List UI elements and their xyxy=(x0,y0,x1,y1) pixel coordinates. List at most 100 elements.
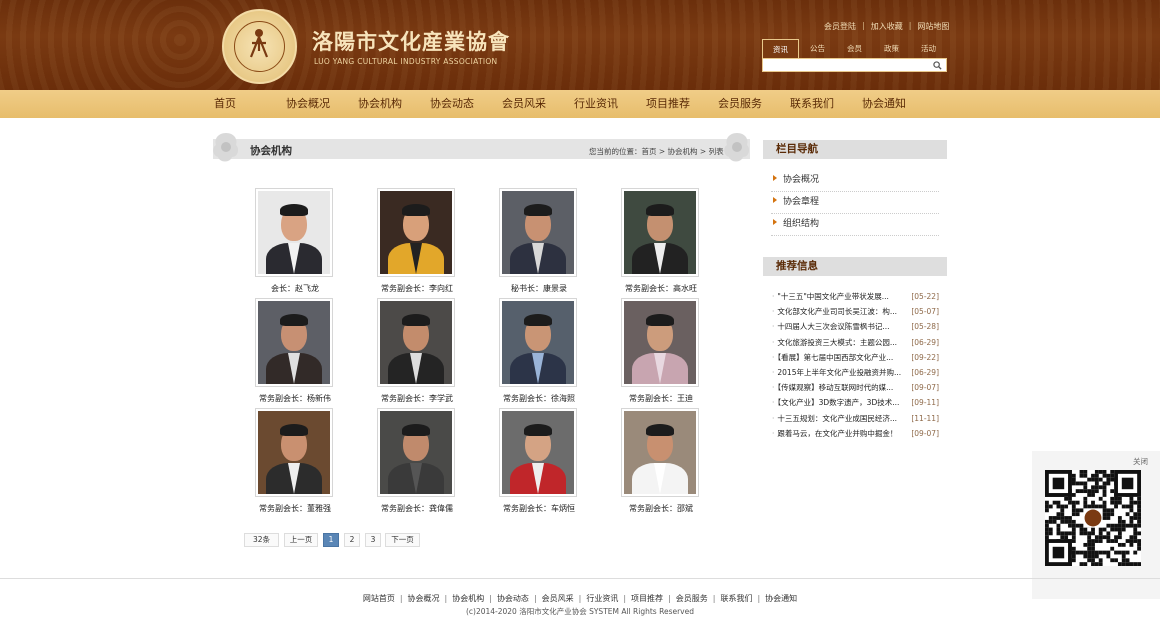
copyright: (c)2014-2020 洛阳市文化产业协会 SYSTEM All Rights… xyxy=(465,607,695,616)
site-map-link[interactable]: 网站地图 xyxy=(917,21,949,32)
search-tab-activity[interactable]: 活动 xyxy=(910,39,947,58)
member-photo[interactable] xyxy=(499,298,577,387)
nav-item-industry-news[interactable]: 行业资讯 xyxy=(574,90,618,118)
member-caption[interactable]: 常务副会长：王迪 xyxy=(600,393,722,404)
news-item[interactable]: · 十三五规划：文化产业成国民经济... [11-11] xyxy=(772,411,939,426)
sidebar-item-overview[interactable]: 协会概况 xyxy=(771,170,939,192)
nav-item-home[interactable]: 首页 xyxy=(214,90,236,118)
qr-close-button[interactable]: 关闭 xyxy=(1133,456,1148,467)
pager-page-3[interactable]: 3 xyxy=(365,533,381,547)
footer-link[interactable]: 联系我们 xyxy=(720,594,752,603)
news-title: 【传媒观察】移动互联网时代的媒... xyxy=(777,383,894,393)
footer-link[interactable]: 行业资讯 xyxy=(586,594,618,603)
footer-link[interactable]: 网站首页 xyxy=(363,594,395,603)
member-photo[interactable] xyxy=(255,188,333,277)
nav-item-overview[interactable]: 协会概况 xyxy=(286,90,330,118)
divider: | xyxy=(908,21,912,30)
member-portrait xyxy=(624,301,696,384)
footer-divider xyxy=(0,578,1160,579)
divider: | xyxy=(862,21,865,30)
member-photo[interactable] xyxy=(499,408,577,497)
divider: | xyxy=(668,594,671,603)
news-item[interactable]: · 文化部文化产业司司长吴江波：构... [05-07] xyxy=(772,304,939,319)
member-photo[interactable] xyxy=(377,408,455,497)
member-caption[interactable]: 常务副会长：杨新伟 xyxy=(234,393,356,404)
nav-item-news[interactable]: 协会动态 xyxy=(430,90,474,118)
association-logo-emblem[interactable] xyxy=(222,9,297,84)
footer-link[interactable]: 项目推荐 xyxy=(631,594,663,603)
logo-figure-icon xyxy=(249,29,269,58)
search-tab-member[interactable]: 会员 xyxy=(836,39,873,58)
member-portrait xyxy=(380,411,452,494)
bullet-icon: · xyxy=(772,383,775,393)
footer-link[interactable]: 会员服务 xyxy=(676,594,708,603)
nav-item-member-showcase[interactable]: 会员风采 xyxy=(502,90,546,118)
nav-item-member-service[interactable]: 会员服务 xyxy=(718,90,762,118)
add-favorite-link[interactable]: 加入收藏 xyxy=(871,21,903,32)
cloud-ornament-icon xyxy=(724,133,750,162)
site-title[interactable]: 洛陽市文化産業協會 xyxy=(312,26,510,56)
news-item[interactable]: · "十三五"中国文化产业带状发展... [05-22] xyxy=(772,289,939,304)
main-nav: 首页 协会概况 协会机构 协会动态 会员风采 行业资讯 项目推荐 会员服务 联系… xyxy=(0,90,1160,118)
news-item[interactable]: · 2015年上半年文化产业投融资并购... [06-29] xyxy=(772,365,939,380)
divider: | xyxy=(757,594,761,603)
search-tab-policy[interactable]: 政策 xyxy=(873,39,910,58)
nav-item-projects[interactable]: 项目推荐 xyxy=(646,90,690,118)
sidebar-news-title: 推荐信息 xyxy=(763,257,947,276)
footer-link[interactable]: 协会概况 xyxy=(408,594,440,603)
member-caption[interactable]: 秘书长：康景录 xyxy=(478,283,600,294)
news-date: [09-07] xyxy=(911,428,939,438)
bullet-icon: · xyxy=(772,322,775,332)
pager-prev-button[interactable]: 上一页 xyxy=(284,533,318,547)
member-login-link[interactable]: 会员登陆 xyxy=(824,21,856,32)
nav-item-contact[interactable]: 联系我们 xyxy=(790,90,834,118)
news-item[interactable]: · 跟着马云，在文化产业并购中掘金！ [09-07] xyxy=(772,426,939,441)
member-caption[interactable]: 常务副会长：邵斌 xyxy=(600,503,722,514)
news-item[interactable]: · 【看展】第七届中国西部文化产业... [09-22] xyxy=(772,350,939,365)
search-box: 资讯 公告 会员 政策 活动 xyxy=(762,39,947,73)
search-icon[interactable] xyxy=(933,61,942,70)
sidebar-item-charter[interactable]: 协会章程 xyxy=(771,192,939,214)
footer-link[interactable]: 协会动态 xyxy=(497,594,529,603)
member-caption[interactable]: 常务副会长：车炳恒 xyxy=(478,503,600,514)
pager-next-button[interactable]: 下一页 xyxy=(385,533,420,547)
pager-page-2[interactable]: 2 xyxy=(344,533,360,547)
pager-page-1[interactable]: 1 xyxy=(323,533,339,547)
member-caption[interactable]: 会长：赵飞龙 xyxy=(234,283,356,294)
member-photo[interactable] xyxy=(621,298,699,387)
member-photo[interactable] xyxy=(255,298,333,387)
search-input[interactable] xyxy=(763,59,923,71)
news-title: "十三五"中国文化产业带状发展... xyxy=(777,292,889,301)
member-portrait xyxy=(380,191,452,274)
sidebar-item-structure[interactable]: 组织结构 xyxy=(771,214,939,236)
search-tab-notice[interactable]: 公告 xyxy=(799,39,836,58)
search-tab-news[interactable]: 资讯 xyxy=(762,39,799,58)
member-caption[interactable]: 常务副会长：龚偉儒 xyxy=(356,503,478,514)
news-item[interactable]: · 【文化产业】3D数字遗产，3D技术... [09-11] xyxy=(772,395,939,410)
news-item[interactable]: · 十四届人大三次会议陈雪枫书记... [05-28] xyxy=(772,319,939,334)
site-subtitle: LUO YANG CULTURAL INDUSTRY ASSOCIATION xyxy=(314,57,498,66)
pager-total: 32条 xyxy=(244,533,279,547)
news-item[interactable]: · 【传媒观察】移动互联网时代的媒... [09-07] xyxy=(772,380,939,395)
news-item[interactable]: · 文化旅游投资三大模式：主题公园... [06-29] xyxy=(772,335,939,350)
member-photo[interactable] xyxy=(621,188,699,277)
member-caption[interactable]: 常务副会长：李向红 xyxy=(356,283,478,294)
member-photo[interactable] xyxy=(255,408,333,497)
member-photo[interactable] xyxy=(499,188,577,277)
footer-link[interactable]: 会员风采 xyxy=(542,594,574,603)
footer-link[interactable]: 协会通知 xyxy=(765,594,797,603)
breadcrumb[interactable]: 您当前的位置：首页 > 协会机构 > 列表 xyxy=(589,146,724,157)
member-caption[interactable]: 常务副会长：高水旺 xyxy=(600,283,722,294)
member-caption[interactable]: 常务副会长：李学武 xyxy=(356,393,478,404)
nav-item-notices[interactable]: 协会通知 xyxy=(862,90,906,118)
member-caption[interactable]: 常务副会长：徐海照 xyxy=(478,393,600,404)
bullet-icon: · xyxy=(772,368,775,377)
bullet-icon: · xyxy=(772,398,775,408)
footer-link[interactable]: 协会机构 xyxy=(452,594,484,603)
member-photo[interactable] xyxy=(621,408,699,497)
search-tabs: 资讯 公告 会员 政策 活动 xyxy=(762,39,947,58)
nav-item-organization[interactable]: 协会机构 xyxy=(358,90,402,118)
member-caption[interactable]: 常务副会长：董雅强 xyxy=(234,503,356,514)
member-photo[interactable] xyxy=(377,298,455,387)
member-photo[interactable] xyxy=(377,188,455,277)
